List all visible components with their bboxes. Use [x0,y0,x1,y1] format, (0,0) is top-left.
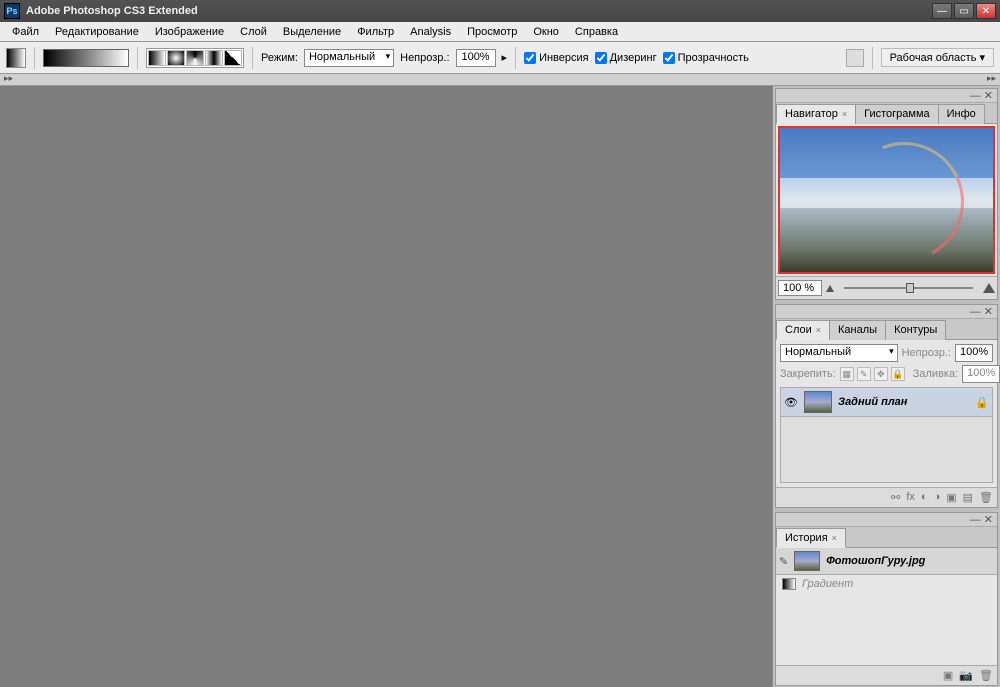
gradient-reflected[interactable] [205,50,223,66]
group-icon[interactable]: ▣ [946,491,956,504]
mode-select[interactable]: Нормальный [304,49,394,67]
menu-layer[interactable]: Слой [232,24,275,40]
mode-label: Режим: [261,52,298,64]
navigator-panel: — ✕ Навигатор× Гистограмма Инфо 100 % [775,88,998,300]
link-layers-icon[interactable]: ⚯ [891,491,900,504]
panel-collapse-icon[interactable]: — ✕ [970,89,993,102]
layers-panel: — ✕ Слои× Каналы Контуры Нормальный Непр… [775,304,998,508]
tab-histogram[interactable]: Гистограмма [855,104,939,124]
menu-analysis[interactable]: Analysis [402,24,459,40]
menu-edit[interactable]: Редактирование [47,24,147,40]
canvas-area[interactable] [0,86,772,687]
history-list: Градиент [776,575,997,665]
blend-mode-select[interactable]: Нормальный [780,344,898,362]
options-bar: Режим: Нормальный Непрозр.: 100% ▸ Инвер… [0,42,1000,74]
create-document-icon[interactable]: ▣ [943,669,953,682]
title-bar: Ps Adobe Photoshop CS3 Extended — ▭ ✕ [0,0,1000,22]
history-thumbnail[interactable] [794,551,820,571]
inverse-checkbox[interactable]: Инверсия [524,52,589,64]
menu-window[interactable]: Окно [525,24,567,40]
opacity-label: Непрозр.: [400,52,449,64]
tab-layers[interactable]: Слои× [776,320,830,340]
delete-layer-icon[interactable]: 🗑 [979,491,993,504]
lock-position-icon[interactable]: ✥ [874,367,888,381]
menu-help[interactable]: Справка [567,24,626,40]
history-panel: — ✕ История× ✎ ФотошопГуру.jpg Градиент … [775,512,998,686]
history-state[interactable]: Градиент [776,575,997,593]
tab-paths[interactable]: Контуры [885,320,946,340]
menu-image[interactable]: Изображение [147,24,232,40]
tab-history[interactable]: История× [776,528,846,548]
go-to-bridge-icon[interactable] [846,49,864,67]
snapshot-icon[interactable]: 📷 [959,669,973,682]
gradient-diamond[interactable] [224,50,242,66]
gradient-state-icon [782,578,796,590]
lock-icon: 🔒 [975,396,989,409]
opacity-flyout-icon[interactable]: ▸ [502,51,508,64]
layer-name[interactable]: Задний план [838,396,969,408]
history-doc-name: ФотошопГуру.jpg [826,555,925,567]
dither-checkbox[interactable]: Дизеринг [595,52,657,64]
layer-thumbnail[interactable] [804,391,832,413]
menu-select[interactable]: Выделение [275,24,349,40]
zoom-slider[interactable] [838,282,979,294]
menu-bar: Файл Редактирование Изображение Слой Выд… [0,22,1000,42]
zoom-out-icon[interactable] [826,285,834,292]
panels-dock: — ✕ Навигатор× Гистограмма Инфо 100 % — … [772,86,1000,687]
visibility-icon[interactable]: 👁 [784,396,798,409]
navigator-thumbnail[interactable] [778,126,995,274]
gradient-angle[interactable] [186,50,204,66]
app-logo-icon: Ps [4,3,20,19]
adjustment-layer-icon[interactable]: ◑ [934,491,941,504]
history-source-icon[interactable]: ✎ [779,555,788,568]
panel-collapse-icon[interactable]: — ✕ [970,513,993,526]
tab-info[interactable]: Инфо [938,104,985,124]
minimize-button[interactable]: — [932,3,952,19]
fill-input[interactable]: 100% [962,365,1000,383]
panel-dock-strip[interactable] [0,74,1000,86]
fill-label: Заливка: [913,368,958,380]
opacity-input[interactable]: 100% [456,49,496,67]
gradient-linear[interactable] [148,50,166,66]
gradient-type-group [146,48,244,68]
layer-list: 👁 Задний план 🔒 [780,387,993,483]
layer-opacity-label: Непрозр.: [902,347,951,359]
lock-paint-icon[interactable]: ✎ [857,367,871,381]
gradient-preview[interactable] [43,49,129,67]
lock-all-icon[interactable]: 🔒 [891,367,905,381]
workspace-button[interactable]: Рабочая область [881,48,994,67]
new-layer-icon[interactable]: ▤ [963,491,973,504]
menu-view[interactable]: Просмотр [459,24,525,40]
delete-state-icon[interactable]: 🗑 [979,669,993,682]
tab-navigator[interactable]: Навигатор× [776,104,856,124]
window-title: Adobe Photoshop CS3 Extended [26,5,198,17]
menu-file[interactable]: Файл [4,24,47,40]
layer-opacity-input[interactable]: 100% [955,344,993,362]
zoom-in-icon[interactable] [983,283,995,293]
panel-collapse-icon[interactable]: — ✕ [970,305,993,318]
layer-mask-icon[interactable]: ◐ [921,491,928,504]
layer-style-icon[interactable]: fx [906,491,915,504]
close-button[interactable]: ✕ [976,3,996,19]
lock-label: Закрепить: [780,368,836,380]
tab-channels[interactable]: Каналы [829,320,886,340]
transparency-checkbox[interactable]: Прозрачность [663,52,749,64]
layer-row[interactable]: 👁 Задний план 🔒 [781,388,992,417]
menu-filter[interactable]: Фильтр [349,24,402,40]
tool-preset-icon[interactable] [6,48,26,68]
maximize-button[interactable]: ▭ [954,3,974,19]
lock-transparency-icon[interactable]: ▦ [840,367,854,381]
gradient-radial[interactable] [167,50,185,66]
zoom-input[interactable]: 100 % [778,280,822,296]
